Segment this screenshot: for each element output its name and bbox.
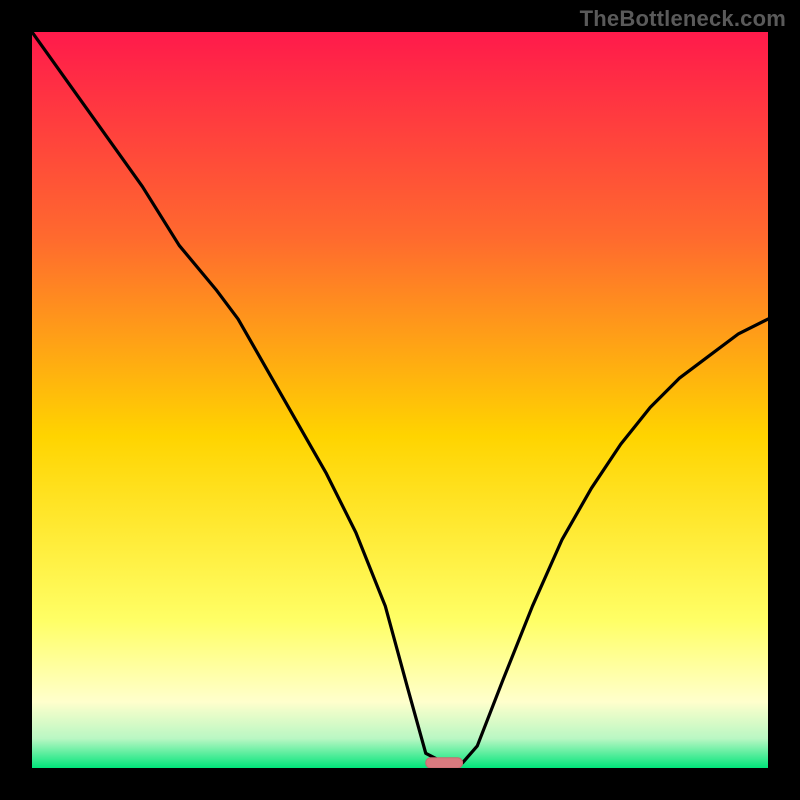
optimal-range-marker (426, 758, 463, 768)
bottleneck-chart (32, 32, 768, 768)
plot-area (32, 32, 768, 768)
chart-frame: TheBottleneck.com (0, 0, 800, 800)
watermark-text: TheBottleneck.com (580, 6, 786, 32)
